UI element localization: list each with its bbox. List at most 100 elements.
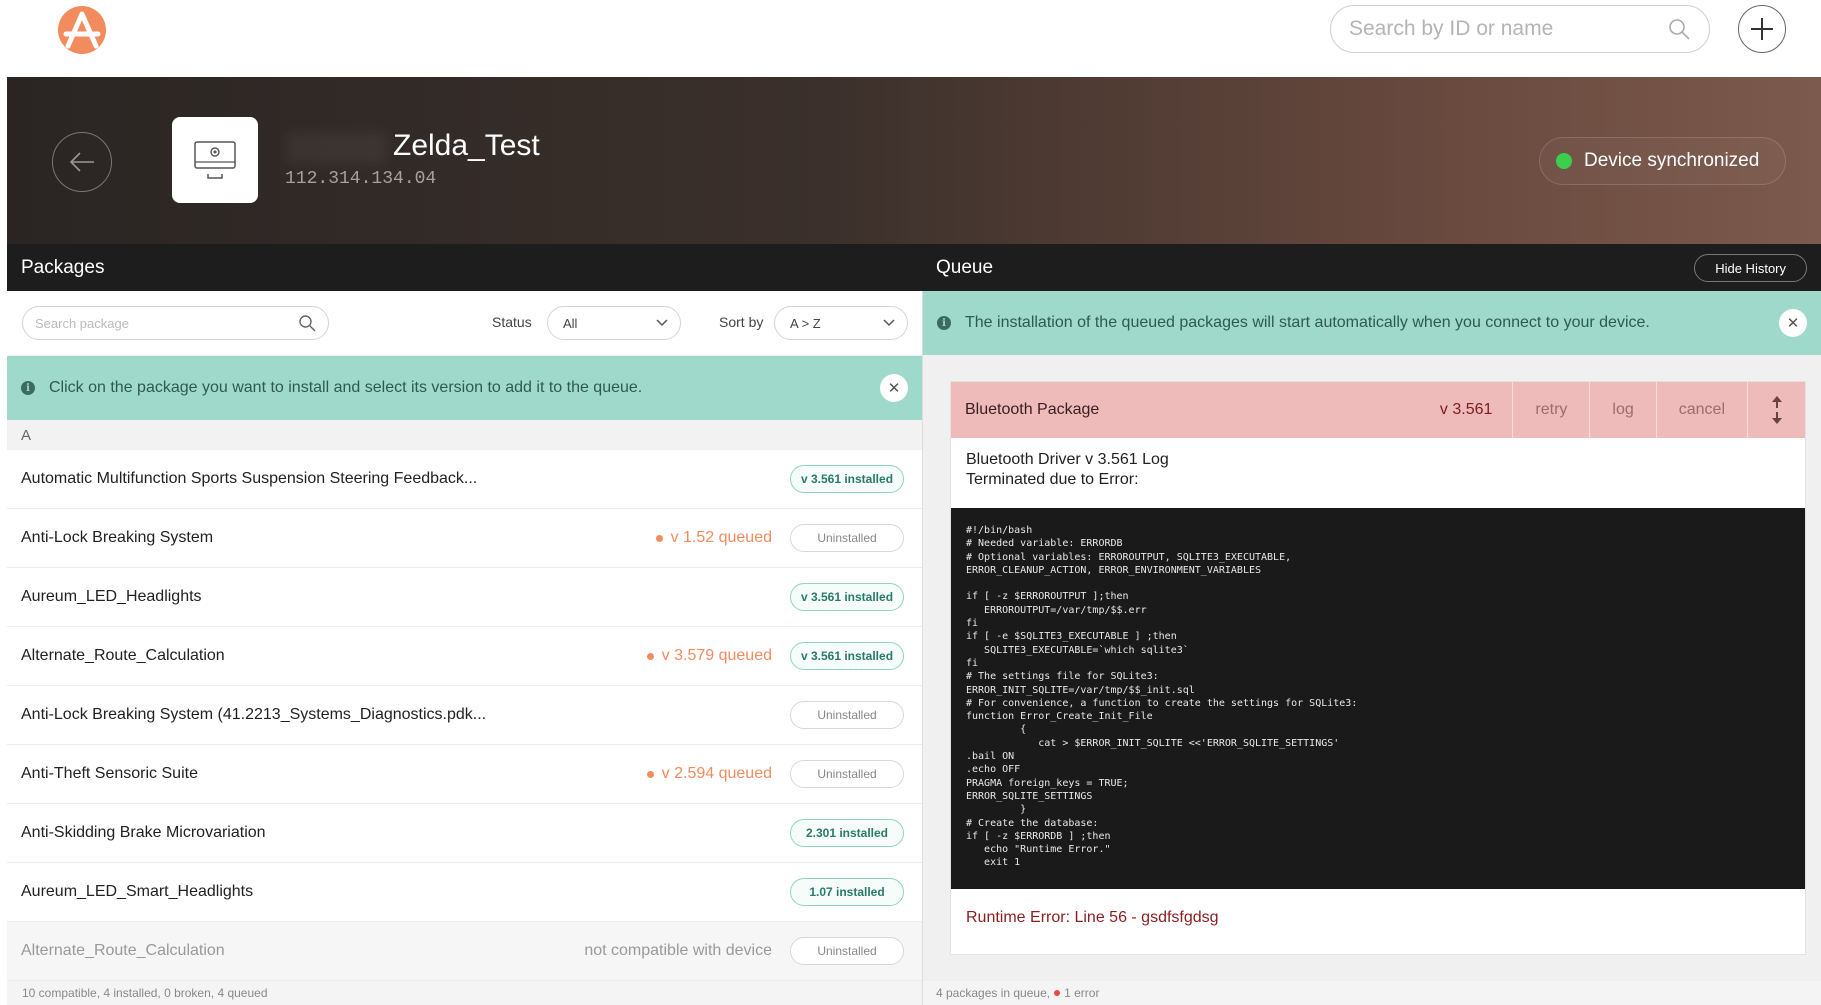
status-filter-label: Status xyxy=(492,314,532,330)
queued-dot xyxy=(655,534,663,542)
group-header: A xyxy=(7,420,922,450)
package-search[interactable] xyxy=(22,306,329,340)
package-row[interactable]: Anti-Lock Breaking System v 1.52 queued Un… xyxy=(7,509,922,568)
queue-item-header[interactable]: Bluetooth Package v 3.561 retry log canc… xyxy=(951,382,1805,438)
sync-status-dot xyxy=(1556,153,1572,169)
package-row: Alternate_Route_Calculation not compatibl… xyxy=(7,922,922,981)
sort-value: A > Z xyxy=(790,315,821,331)
package-name: Aureum_LED_Smart_Headlights xyxy=(21,883,254,900)
package-row[interactable]: Aureum_LED_Headlights v 3.561 installed xyxy=(7,568,922,627)
queue-info-text: The installation of the queued packages … xyxy=(965,314,1650,331)
sync-status-badge: Device synchronized xyxy=(1539,137,1787,185)
package-name: Anti-Lock Breaking System (41.2213_Syste… xyxy=(21,706,487,723)
queue-panel-header: Queue Hide History xyxy=(922,244,1821,291)
log-title-line1: Bluetooth Driver v 3.561 Log xyxy=(966,451,1169,468)
install-status-badge: Uninstalled xyxy=(790,760,904,788)
queue-item-version: v 3.561 xyxy=(1439,401,1493,418)
queue-item-card: Bluetooth Package v 3.561 retry log canc… xyxy=(950,381,1806,955)
packages-footer: 10 compatible, 4 installed, 0 broken, 4 … xyxy=(7,981,922,1005)
reorder-handle[interactable] xyxy=(1747,382,1805,438)
search-icon[interactable] xyxy=(298,314,316,332)
package-row[interactable]: Anti-Skidding Brake Microvariation 2.301 … xyxy=(7,804,922,863)
install-status-badge: v 3.561 installed xyxy=(790,583,904,611)
package-row[interactable]: Alternate_Route_Calculation v 3.579 queue… xyxy=(7,627,922,686)
sort-label: Sort by xyxy=(719,314,764,330)
top-bar xyxy=(0,0,1821,77)
packages-panel-header: Packages xyxy=(7,244,922,291)
queued-dot xyxy=(646,770,654,778)
not-compatible-label: not compatible with device xyxy=(584,942,772,959)
package-name: Anti-Theft Sensoric Suite xyxy=(21,765,198,782)
install-status-badge: Uninstalled xyxy=(790,937,904,965)
queue-footer: 4 packages in queue, 1 error xyxy=(923,981,1821,1005)
queued-dot xyxy=(646,652,654,660)
package-row[interactable]: Aureum_LED_Smart_Headlights 1.07 installe… xyxy=(7,863,922,922)
queue-footer-count: 4 packages in queue, xyxy=(936,986,1051,1000)
close-icon[interactable]: ✕ xyxy=(1779,309,1807,337)
queue-title: Queue xyxy=(936,256,994,278)
queued-status: v 3.579 queued xyxy=(646,647,772,665)
queued-version: v 1.52 queued xyxy=(670,529,772,546)
packages-panel: Status All Sort by A > Z i Click on the … xyxy=(7,291,922,1005)
monitor-gear-icon xyxy=(194,141,236,179)
install-status-badge: v 3.561 installed xyxy=(790,465,904,493)
global-search-input[interactable] xyxy=(1349,17,1667,41)
queue-footer-error: 1 error xyxy=(1064,986,1100,1000)
retry-button[interactable]: retry xyxy=(1512,382,1589,438)
info-icon: i xyxy=(21,381,35,395)
packages-toolbar: Status All Sort by A > Z xyxy=(7,291,922,356)
package-name: Aureum_LED_Headlights xyxy=(21,588,202,605)
package-name: Anti-Lock Breaking System xyxy=(21,529,214,546)
queue-info-banner: i The installation of the queued package… xyxy=(923,291,1821,355)
sort-select[interactable]: A > Z xyxy=(774,306,908,340)
back-button[interactable] xyxy=(52,132,112,192)
redacted-prefix xyxy=(287,132,387,164)
device-name: Zelda_Test xyxy=(393,129,540,162)
package-name: Automatic Multifunction Sports Suspensio… xyxy=(21,470,478,487)
device-ip: 112.314.134.04 xyxy=(285,169,437,189)
device-header: Zelda_Test 112.314.134.04 Device synchro… xyxy=(7,77,1821,244)
install-status-badge: Uninstalled xyxy=(790,701,904,729)
queue-panel: i The installation of the queued package… xyxy=(922,291,1821,1005)
global-search[interactable] xyxy=(1330,5,1710,53)
package-name: Anti-Skidding Brake Microvariation xyxy=(21,824,266,841)
package-row[interactable]: Anti-Theft Sensoric Suite v 2.594 queued U… xyxy=(7,745,922,804)
app-logo[interactable] xyxy=(58,6,106,54)
log-title: Bluetooth Driver v 3.561 Log Terminated … xyxy=(951,438,1805,508)
sort-arrows-icon xyxy=(1771,396,1782,424)
device-icon-tile xyxy=(172,117,258,203)
logo-icon xyxy=(63,11,101,49)
error-dot xyxy=(1054,990,1061,996)
package-row[interactable]: Automatic Multifunction Sports Suspensio… xyxy=(7,450,922,509)
arrow-left-icon xyxy=(69,152,94,172)
add-button[interactable] xyxy=(1738,5,1786,53)
log-button[interactable]: log xyxy=(1589,382,1655,438)
log-title-line2: Terminated due to Error: xyxy=(966,471,1139,488)
info-icon: i xyxy=(937,316,951,330)
queue-item-name: Bluetooth Package xyxy=(965,401,1100,418)
log-code-block: #!/bin/bash # Needed variable: ERRORDB #… xyxy=(951,508,1805,889)
queued-status: v 1.52 queued xyxy=(655,529,772,547)
install-status-badge: 2.301 installed xyxy=(790,819,904,847)
package-search-input[interactable] xyxy=(35,315,298,331)
packages-info-text: Click on the package you want to install… xyxy=(49,379,643,396)
install-status-badge: 1.07 installed xyxy=(790,878,904,906)
search-icon[interactable] xyxy=(1667,17,1691,41)
cancel-button[interactable]: cancel xyxy=(1655,382,1747,438)
package-row[interactable]: Anti-Lock Breaking System (41.2213_Syste… xyxy=(7,686,922,745)
close-icon[interactable]: ✕ xyxy=(880,374,908,402)
status-filter-value: All xyxy=(563,315,578,331)
install-status-badge: v 3.561 installed xyxy=(790,642,904,670)
hide-history-button[interactable]: Hide History xyxy=(1694,254,1807,282)
queued-version: v 3.579 queued xyxy=(661,647,772,664)
packages-title: Packages xyxy=(21,256,105,278)
status-filter-select[interactable]: All xyxy=(547,306,681,340)
queued-status: v 2.594 queued xyxy=(646,765,772,783)
sync-status-text: Device synchronized xyxy=(1584,150,1760,171)
package-list: Automatic Multifunction Sports Suspensio… xyxy=(7,450,922,981)
queued-version: v 2.594 queued xyxy=(661,765,772,782)
runtime-error-message: Runtime Error: Line 56 - gsdfsfgdsg xyxy=(966,909,1219,926)
chevron-down-icon xyxy=(883,319,895,327)
packages-info-banner: i Click on the package you want to insta… xyxy=(7,356,922,420)
plus-icon xyxy=(1751,18,1773,40)
